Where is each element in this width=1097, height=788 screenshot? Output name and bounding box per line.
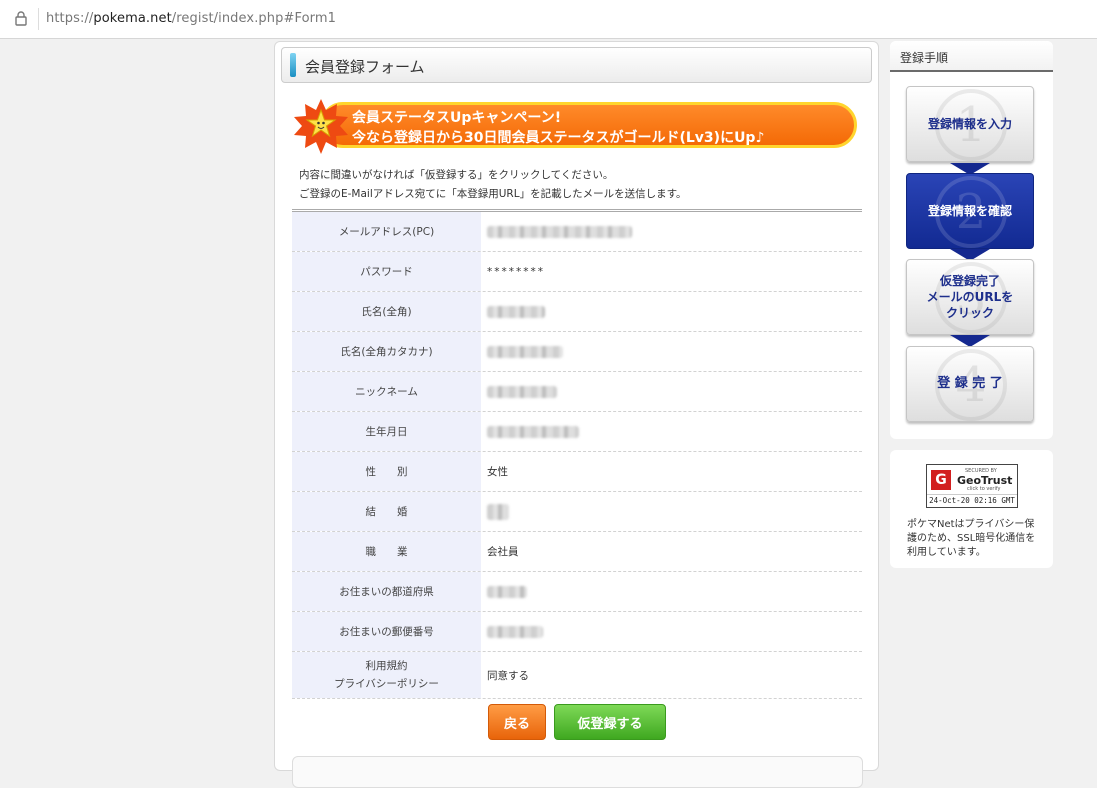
row-label: メールアドレス(PC) <box>292 212 481 251</box>
row-value-redacted <box>487 572 527 611</box>
redacted-marital <box>487 503 509 520</box>
row-label: 職 業 <box>292 532 481 571</box>
row-value-redacted <box>487 612 543 651</box>
instructions: 内容に間違いがなければ「仮登録する」をクリックしてください。 ご登録のE-Mai… <box>299 166 687 204</box>
row-value: ******** <box>487 265 545 278</box>
ssl-notice: ポケマNetはプライバシー保護のため、SSL暗号化通信を利用しています。 <box>907 519 1036 558</box>
row-value-redacted <box>487 372 557 411</box>
row-label: お住まいの郵便番号 <box>292 612 481 651</box>
row-label: お住まいの都道府県 <box>292 572 481 611</box>
row-label: パスワード <box>292 252 481 291</box>
star-burst-icon <box>294 99 348 154</box>
row-label: 氏名(全角) <box>292 292 481 331</box>
url-text[interactable]: https://pokema.net/regist/index.php#Form… <box>46 11 336 26</box>
table-row: 職 業 会社員 <box>292 532 862 572</box>
table-row: お住まいの都道府県 <box>292 572 862 612</box>
table-row: 生年月日 <box>292 412 862 452</box>
url-path: /regist/index.php#Form1 <box>171 11 336 26</box>
table-row: ニックネーム <box>292 372 862 412</box>
form-titlebar: 会員登録フォーム <box>281 47 872 83</box>
step-3-card: 3 仮登録完了 メールのURLを クリック <box>906 259 1034 335</box>
page-title: 会員登録フォーム <box>305 58 425 76</box>
terms-label: 利用規約 <box>365 660 408 672</box>
campaign-banner: 会員ステータスUpキャンペーン! 今なら登録日から30日間会員ステータスがゴール… <box>292 99 859 154</box>
row-label: 結 婚 <box>292 492 481 531</box>
row-label: 氏名(全角カタカナ) <box>292 332 481 371</box>
row-label: 性 別 <box>292 452 481 491</box>
step-label-line: 仮登録完了 <box>939 274 1000 288</box>
provisional-register-button[interactable]: 仮登録する <box>554 704 666 740</box>
step-label: 仮登録完了 メールのURLを クリック <box>927 273 1014 321</box>
lock-icon <box>15 11 27 26</box>
table-row: お住まいの郵便番号 <box>292 612 862 652</box>
security-panel: G SECURED BY GeoTrust click to verify 24… <box>890 450 1053 568</box>
row-value-redacted <box>487 492 509 531</box>
row-value: 女性 <box>487 466 508 478</box>
confirmation-table: メールアドレス(PC) パスワード ******** 氏名(全角) 氏名(全角カ… <box>292 209 862 699</box>
row-label: ニックネーム <box>292 372 481 411</box>
row-value-redacted <box>487 332 563 371</box>
row-value: 同意する <box>487 669 529 682</box>
url-host: pokema.net <box>93 11 172 26</box>
seal-sub-text: click to verify <box>967 486 1001 492</box>
table-row: 氏名(全角カタカナ) <box>292 332 862 372</box>
redacted-email <box>487 225 632 238</box>
address-divider <box>38 8 39 30</box>
row-label: 生年月日 <box>292 412 481 451</box>
row-value-redacted <box>487 212 632 251</box>
geotrust-seal[interactable]: G SECURED BY GeoTrust click to verify 24… <box>926 464 1018 508</box>
step-2-card: 2 登録情報を確認 <box>906 173 1034 249</box>
banner-subline: 今なら登録日から30日間会員ステータスがゴールド(Lv3)にUp♪ <box>352 130 765 146</box>
row-value-redacted <box>487 412 579 451</box>
registration-steps-panel: 登録手順 1 登録情報を入力 2 登録情報を確認 3 仮登録完了 メールのURL… <box>890 41 1053 439</box>
row-value: 会社員 <box>487 546 519 558</box>
steps-title: 登録手順 <box>900 51 949 65</box>
row-value-redacted <box>487 292 545 331</box>
step-4-card: 4 登 録 完 了 <box>906 346 1034 422</box>
redacted-nickname <box>487 385 557 398</box>
table-row: 性 別 女性 <box>292 452 862 492</box>
banner-headline: 会員ステータスUpキャンペーン! <box>352 110 562 126</box>
steps-header: 登録手順 <box>890 41 1053 72</box>
table-row: 結 婚 <box>292 492 862 532</box>
table-row: 氏名(全角) <box>292 292 862 332</box>
step-label-line: クリック <box>945 306 994 320</box>
table-row: パスワード ******** <box>292 252 862 292</box>
step-label: 登 録 完 了 <box>937 376 1003 391</box>
step-label-line: メールのURLを <box>926 290 1014 304</box>
registration-panel: 会員登録フォーム 会員ステータスUpキャンペーン! 今なら登録日から30日間会員… <box>274 41 879 788</box>
redacted-birthdate <box>487 425 579 438</box>
table-row: 利用規約 プライバシーポリシー 同意する <box>292 652 862 699</box>
title-accent-bar <box>290 53 296 77</box>
seal-date: 24-Oct-20 02:16 GMT <box>927 494 1017 507</box>
url-prefix: https:// <box>46 11 94 26</box>
redacted-postal <box>487 625 543 638</box>
redacted-name <box>487 305 545 318</box>
row-label: 利用規約 プライバシーポリシー <box>292 652 481 698</box>
privacy-label: プライバシーポリシー <box>334 678 439 690</box>
instruction-line-1: 内容に間違いがなければ「仮登録する」をクリックしてください。 <box>299 169 614 181</box>
step-label: 登録情報を入力 <box>927 117 1012 131</box>
step-1-card: 1 登録情報を入力 <box>906 86 1034 162</box>
step-label: 登録情報を確認 <box>927 204 1012 218</box>
instruction-line-2: ご登録のE-Mailアドレス宛てに「本登録用URL」を記載したメールを送信します… <box>299 188 687 200</box>
table-row: メールアドレス(PC) <box>292 212 862 252</box>
back-button[interactable]: 戻る <box>488 704 546 740</box>
geotrust-logo-icon: G <box>931 470 951 490</box>
redacted-prefecture <box>487 585 527 598</box>
address-bar[interactable]: https://pokema.net/regist/index.php#Form… <box>0 0 1097 39</box>
redacted-kana <box>487 345 563 358</box>
